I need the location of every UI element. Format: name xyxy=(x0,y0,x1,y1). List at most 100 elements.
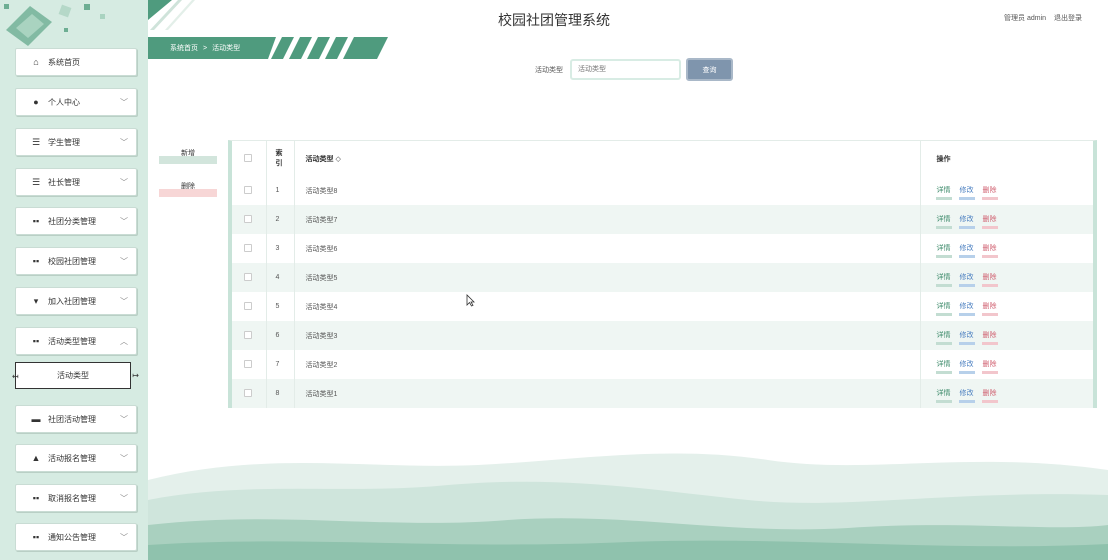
table-row: 6 活动类型3 详情 修改 删除 xyxy=(232,321,1093,350)
edit-button[interactable]: 修改 xyxy=(958,388,975,403)
app-title: 校园社团管理系统 xyxy=(498,12,610,28)
edit-button[interactable]: 修改 xyxy=(958,272,975,287)
row-actions: 详情 修改 删除 xyxy=(919,263,1093,292)
row-delete-button[interactable]: 删除 xyxy=(981,388,998,403)
row-actions: 详情 修改 删除 xyxy=(919,292,1093,321)
row-index: 3 xyxy=(266,234,295,263)
row-actions: 详情 修改 删除 xyxy=(919,379,1093,408)
detail-button[interactable]: 详情 xyxy=(935,359,952,374)
sidebar: ⌂ 系统首页 ● 个人中心 ﹀ ☰ 学生管理 ﹀ ☰ 社长管理 ﹀ ▪▪ 社团分类管理 ﹀ ▪▪ 校园社团管理… xyxy=(0,0,148,560)
row-index: 2 xyxy=(266,205,295,234)
sidebar-item-7[interactable]: ▪▪ 活动类型管理 ︿ xyxy=(15,327,137,355)
table-row: 5 活动类型4 详情 修改 删除 xyxy=(232,292,1093,321)
row-checkbox[interactable] xyxy=(244,214,252,223)
add-button[interactable]: 新增 xyxy=(159,146,217,164)
breadcrumb-home[interactable]: 系统首页 xyxy=(170,45,198,52)
table-row: 8 活动类型1 详情 修改 删除 xyxy=(232,379,1093,408)
row-index: 6 xyxy=(266,321,295,350)
data-table: 索 引 活动类型 ◇ 操作 1 活动类型8 详情 修改 删除 2 活动类型7 详情 修改 删除 3 活… xyxy=(228,140,1097,408)
row-index: 8 xyxy=(266,379,295,408)
sidebar-item-4[interactable]: ▪▪ 社团分类管理 ﹀ xyxy=(15,207,137,235)
sidebar-item-10[interactable]: ▪▪ 取消报名管理 ﹀ xyxy=(15,484,137,512)
breadcrumb-current: 活动类型 xyxy=(212,45,241,52)
row-delete-button[interactable]: 删除 xyxy=(981,359,998,374)
user-icon: ● xyxy=(33,97,39,107)
sidebar-item-1[interactable]: ● 个人中心 ﹀ xyxy=(15,88,137,116)
table-row: 2 活动类型7 详情 修改 删除 xyxy=(232,205,1093,234)
row-checkbox[interactable] xyxy=(244,301,252,310)
edit-button[interactable]: 修改 xyxy=(958,301,975,316)
row-actions: 详情 修改 删除 xyxy=(919,205,1093,234)
row-checkbox[interactable] xyxy=(244,185,252,194)
search-input[interactable] xyxy=(570,59,681,80)
row-delete-button[interactable]: 删除 xyxy=(981,185,998,200)
sidebar-subitem-activity-type[interactable]: ↤ 活动类型 ↦ xyxy=(12,362,139,389)
detail-button[interactable]: 详情 xyxy=(935,243,952,258)
table-row: 4 活动类型5 详情 修改 删除 xyxy=(232,263,1093,292)
sidebar-item-9[interactable]: ▲ 活动报名管理 ﹀ xyxy=(15,444,137,472)
grid-icon: ▪▪ xyxy=(32,256,40,266)
sidebar-item-11[interactable]: ▪▪ 通知公告管理 ﹀ xyxy=(15,523,137,551)
detail-button[interactable]: 详情 xyxy=(935,185,952,200)
row-checkbox[interactable] xyxy=(244,359,252,368)
row-activity-type: 活动类型4 xyxy=(305,303,338,311)
sidebar-item-2[interactable]: ☰ 学生管理 ﹀ xyxy=(15,128,137,156)
list-icon: ☰ xyxy=(31,176,41,187)
delete-button[interactable]: 删除 xyxy=(159,179,217,197)
logout-link[interactable]: 退出登录 xyxy=(1054,15,1082,22)
sidebar-item-8[interactable]: ▬ 社团活动管理 ﹀ xyxy=(15,405,137,433)
row-index: 4 xyxy=(266,263,295,292)
row-activity-type: 活动类型5 xyxy=(305,274,338,282)
cup-icon: ▾ xyxy=(33,295,39,306)
table-header-row: 索 引 活动类型 ◇ 操作 xyxy=(232,141,1093,176)
grid-icon: ▪▪ xyxy=(32,216,40,226)
edit-button[interactable]: 修改 xyxy=(958,214,975,229)
detail-button[interactable]: 详情 xyxy=(935,388,952,403)
row-delete-button[interactable]: 删除 xyxy=(981,330,998,345)
row-checkbox[interactable] xyxy=(244,388,252,397)
background-mountains xyxy=(148,453,1108,560)
column-header-index: 索 引 xyxy=(266,141,295,176)
mouse-cursor-icon xyxy=(466,294,475,307)
row-index: 7 xyxy=(266,350,295,379)
row-checkbox[interactable] xyxy=(244,272,252,281)
chevron-down-icon: ﹀ xyxy=(120,297,128,306)
user-area: 管理员 admin 退出登录 xyxy=(998,13,1082,23)
table-row: 7 活动类型2 详情 修改 删除 xyxy=(232,350,1093,379)
row-delete-button[interactable]: 删除 xyxy=(981,214,998,229)
home-icon: ⌂ xyxy=(33,57,39,67)
row-delete-button[interactable]: 删除 xyxy=(981,301,998,316)
search-button[interactable]: 查询 xyxy=(686,58,733,81)
detail-button[interactable]: 详情 xyxy=(935,272,952,287)
sidebar-subitem-label: 活动类型 xyxy=(57,371,89,380)
delete-button-bar xyxy=(159,189,217,197)
arrow-right-icon: ↦ xyxy=(132,371,139,380)
chevron-down-icon: ﹀ xyxy=(120,415,128,424)
row-delete-button[interactable]: 删除 xyxy=(981,272,998,287)
row-activity-type: 活动类型6 xyxy=(305,245,338,253)
row-index: 5 xyxy=(266,292,295,321)
print-icon: ▬ xyxy=(31,414,41,424)
sidebar-item-0[interactable]: ⌂ 系统首页 xyxy=(15,48,137,76)
edit-button[interactable]: 修改 xyxy=(958,185,975,200)
edit-button[interactable]: 修改 xyxy=(958,359,975,374)
detail-button[interactable]: 详情 xyxy=(935,301,952,316)
row-delete-button[interactable]: 删除 xyxy=(981,243,998,258)
edit-button[interactable]: 修改 xyxy=(958,330,975,345)
select-all-checkbox[interactable] xyxy=(244,153,252,162)
row-activity-type: 活动类型1 xyxy=(305,390,338,398)
sidebar-item-6[interactable]: ▾ 加入社团管理 ﹀ xyxy=(15,287,137,315)
column-header-type[interactable]: 活动类型 ◇ xyxy=(294,141,920,176)
detail-button[interactable]: 详情 xyxy=(935,330,952,345)
detail-button[interactable]: 详情 xyxy=(935,214,952,229)
row-activity-type: 活动类型2 xyxy=(305,361,338,369)
edit-button[interactable]: 修改 xyxy=(958,243,975,258)
add-button-bar xyxy=(159,156,217,164)
row-checkbox[interactable] xyxy=(244,243,252,252)
sidebar-item-3[interactable]: ☰ 社长管理 ﹀ xyxy=(15,168,137,196)
row-checkbox[interactable] xyxy=(244,330,252,339)
chevron-down-icon: ﹀ xyxy=(120,494,128,503)
row-index: 1 xyxy=(266,176,295,205)
arrow-left-icon: ↤ xyxy=(12,372,19,381)
sidebar-item-5[interactable]: ▪▪ 校园社团管理 ﹀ xyxy=(15,247,137,275)
